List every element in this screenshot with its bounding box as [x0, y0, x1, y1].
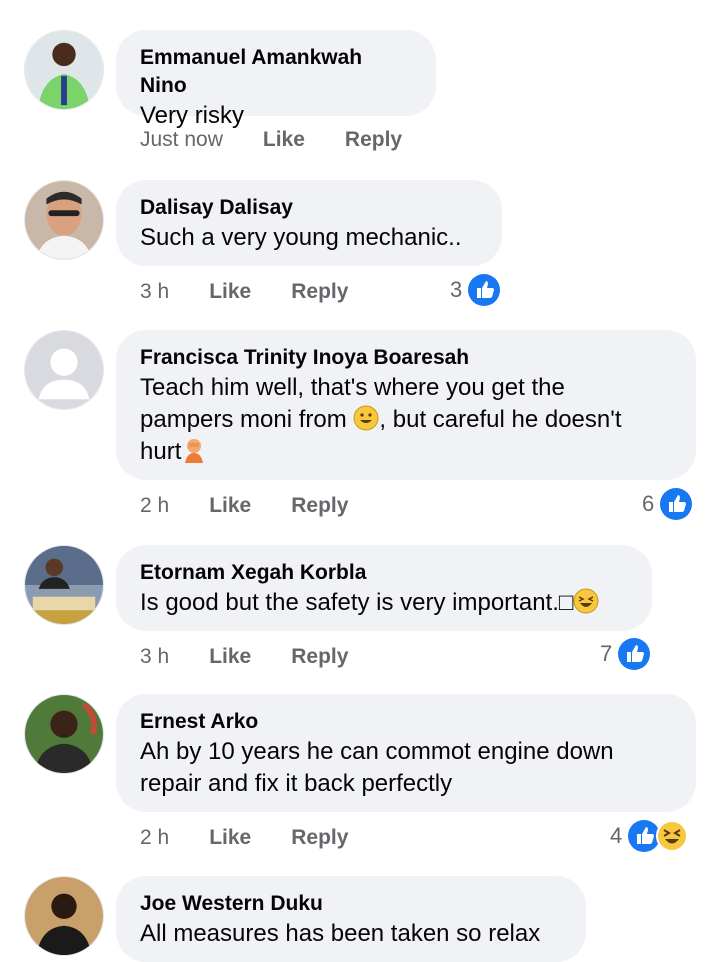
comment-bubble: Etornam Xegah Korbla Is good but the saf…: [116, 545, 652, 631]
comment-bubble: Joe Western Duku All measures has been t…: [116, 876, 586, 962]
comment-text-line: repair and fix it back perfectly: [140, 770, 453, 797]
reply-button[interactable]: Reply: [345, 128, 402, 152]
comment-actions: 2 h Like Reply: [140, 494, 348, 518]
reaction-summary[interactable]: 4: [610, 820, 689, 852]
reaction-summary[interactable]: 3: [450, 274, 501, 306]
avatar[interactable]: [24, 694, 104, 774]
comment-actions: 3 h Like Reply: [140, 280, 348, 304]
reaction-count: 4: [610, 823, 623, 848]
comment-author[interactable]: Joe Western Duku: [140, 890, 562, 918]
comment-author[interactable]: Emmanuel Amankwah Nino: [140, 44, 412, 100]
avatar[interactable]: [24, 545, 104, 625]
like-button[interactable]: Like: [209, 280, 251, 304]
comment-text-line: , but careful he doesn't: [379, 406, 622, 433]
comment-text: Is good but the safety is very important…: [140, 587, 628, 619]
comment-bubble: Dalisay Dalisay Such a very young mechan…: [116, 180, 502, 266]
comment-time[interactable]: Just now: [140, 128, 223, 152]
comment-time[interactable]: 2 h: [140, 494, 169, 518]
comment-text-line: Ah by 10 years he can commot engine down: [140, 738, 614, 765]
facepalm-icon: [185, 439, 204, 463]
reply-button[interactable]: Reply: [291, 645, 348, 669]
reaction-summary[interactable]: 7: [600, 638, 651, 670]
comment-bubble: Emmanuel Amankwah Nino Very risky: [116, 30, 436, 129]
laughing-face-icon: [656, 820, 689, 852]
comment-text-line: hurt: [140, 438, 182, 465]
comment-actions: 2 h Like Reply: [140, 826, 348, 850]
comment-text: Ah by 10 years he can commot engine down…: [140, 736, 672, 800]
avatar[interactable]: [24, 180, 104, 260]
reaction-count: 7: [600, 641, 613, 666]
like-button[interactable]: Like: [209, 494, 251, 518]
reaction-count: 3: [450, 277, 463, 302]
reaction-summary[interactable]: 6: [642, 488, 693, 520]
reaction-count: 6: [642, 491, 655, 516]
reply-button[interactable]: Reply: [291, 826, 348, 850]
comment-bubble: Francisca Trinity Inoya Boaresah Teach h…: [116, 330, 696, 480]
comment-actions: 3 h Like Reply: [140, 645, 348, 669]
comment-text: Such a very young mechanic..: [140, 224, 462, 251]
thumbs-up-icon: [618, 638, 651, 670]
like-button[interactable]: Like: [209, 645, 251, 669]
comment-text-line: pampers moni from: [140, 406, 354, 433]
reply-button[interactable]: Reply: [291, 280, 348, 304]
avatar[interactable]: [24, 330, 104, 410]
comment-author[interactable]: Francisca Trinity Inoya Boaresah: [140, 344, 672, 372]
comment-text: All measures has been taken so relax: [140, 920, 541, 947]
comment-text-line: Teach him well, that's where you get the: [140, 374, 565, 401]
laughing-face-icon: [573, 588, 599, 614]
comment-text: Teach him well, that's where you get the…: [140, 372, 672, 468]
comment-text-line: Is good but the safety is very important…: [140, 589, 574, 616]
avatar[interactable]: [24, 30, 104, 110]
comment-author[interactable]: Dalisay Dalisay: [140, 194, 478, 222]
comment-time[interactable]: 3 h: [140, 645, 169, 669]
smiling-face-icon: [353, 405, 379, 431]
comment-time[interactable]: 3 h: [140, 280, 169, 304]
like-button[interactable]: Like: [263, 128, 305, 152]
like-button[interactable]: Like: [209, 826, 251, 850]
thumbs-up-icon: [468, 274, 501, 306]
reply-button[interactable]: Reply: [291, 494, 348, 518]
comment-author[interactable]: Etornam Xegah Korbla: [140, 559, 628, 587]
comment-time[interactable]: 2 h: [140, 826, 169, 850]
comment-author[interactable]: Ernest Arko: [140, 708, 672, 736]
comment-actions: Just now Like Reply: [140, 128, 402, 152]
thumbs-up-icon: [660, 488, 693, 520]
avatar[interactable]: [24, 876, 104, 956]
comment-bubble: Ernest Arko Ah by 10 years he can commot…: [116, 694, 696, 812]
